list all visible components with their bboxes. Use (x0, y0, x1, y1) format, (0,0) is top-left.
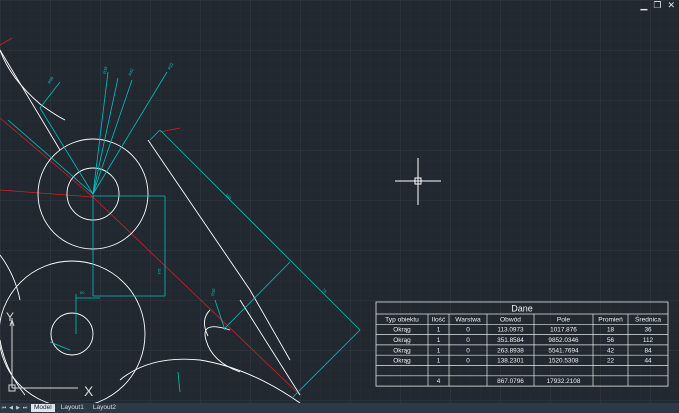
table-cell: 138.2301 (497, 358, 524, 365)
tab-layout1[interactable]: Layout1 (58, 404, 87, 412)
first-tab-icon[interactable]: ⏮ (1, 404, 7, 412)
table-cell: Okrąg (393, 337, 411, 344)
table-cell: 56 (607, 337, 615, 344)
svg-text:50: 50 (80, 290, 85, 295)
table-cell: 1520.5308 (548, 358, 579, 365)
table-cell: 0 (466, 327, 470, 334)
table-cell: 1 (437, 337, 441, 344)
ucs-x-label: X (84, 383, 94, 399)
table-title: Dane (511, 304, 533, 314)
table-cell: 1 (437, 358, 441, 365)
table-cell: 84 (644, 347, 652, 354)
table-header-cell: Średnica (635, 314, 661, 323)
table-cell: 1 (437, 347, 441, 354)
table-header-cell: Promień (598, 316, 623, 323)
prev-tab-icon[interactable]: ◀ (8, 404, 14, 412)
table-cell: 1017.876 (550, 327, 577, 334)
table-cell: 0 (466, 347, 470, 354)
minimize-icon[interactable]: ▁ (640, 2, 647, 11)
table-header-cell: Pole (557, 316, 571, 323)
table-cell: 36 (644, 327, 652, 334)
table-cell: 18 (607, 327, 615, 334)
restore-icon[interactable]: ❐ (653, 2, 661, 11)
table-header-cell: Typ obiektu (385, 316, 419, 323)
window-controls: ▁ ❐ ✕ (640, 2, 675, 11)
tab-layout2[interactable]: Layout2 (90, 404, 119, 412)
table-header-cell: Obwód (500, 316, 521, 323)
table-cell: 0 (466, 337, 470, 344)
table-cell: 1 (437, 327, 441, 334)
table-cell: Okrąg (393, 358, 411, 365)
table-cell: 112 (643, 337, 654, 344)
drawing-canvas[interactable]: R56 R18 R42 R22 160 114 50 76 R30 X Y Da… (0, 0, 679, 403)
table-cell: 17932.2108 (547, 378, 581, 385)
table-cell: 5541.7694 (548, 347, 579, 354)
table-cell: 44 (644, 358, 652, 365)
table-cell: Okrąg (393, 327, 411, 334)
table-header-cell: Warstwa (455, 316, 481, 323)
tab-model[interactable]: Model (31, 404, 55, 412)
layout-tab-bar: ⏮ ◀ ▶ ⏭ Model Layout1 Layout2 (0, 403, 679, 413)
table-cell: 0 (466, 358, 470, 365)
table-cell: 113.0973 (497, 327, 524, 334)
table-cell: 9852.0346 (548, 337, 579, 344)
table-cell: 42 (607, 347, 615, 354)
table-cell: 4 (437, 378, 441, 385)
close-icon[interactable]: ✕ (667, 2, 675, 11)
svg-text:114: 114 (157, 268, 162, 275)
next-tab-icon[interactable]: ▶ (15, 404, 21, 412)
last-tab-icon[interactable]: ⏭ (22, 404, 28, 412)
table-header-cell: Ilość (432, 316, 446, 323)
table-cell: 351.8584 (497, 337, 524, 344)
ucs-y-label: Y (6, 310, 14, 324)
table-cell: Okrąg (393, 347, 411, 354)
table-cell: 867.0796 (497, 378, 524, 385)
table-cell: 22 (607, 358, 615, 365)
table-cell: 263.8938 (497, 347, 524, 354)
